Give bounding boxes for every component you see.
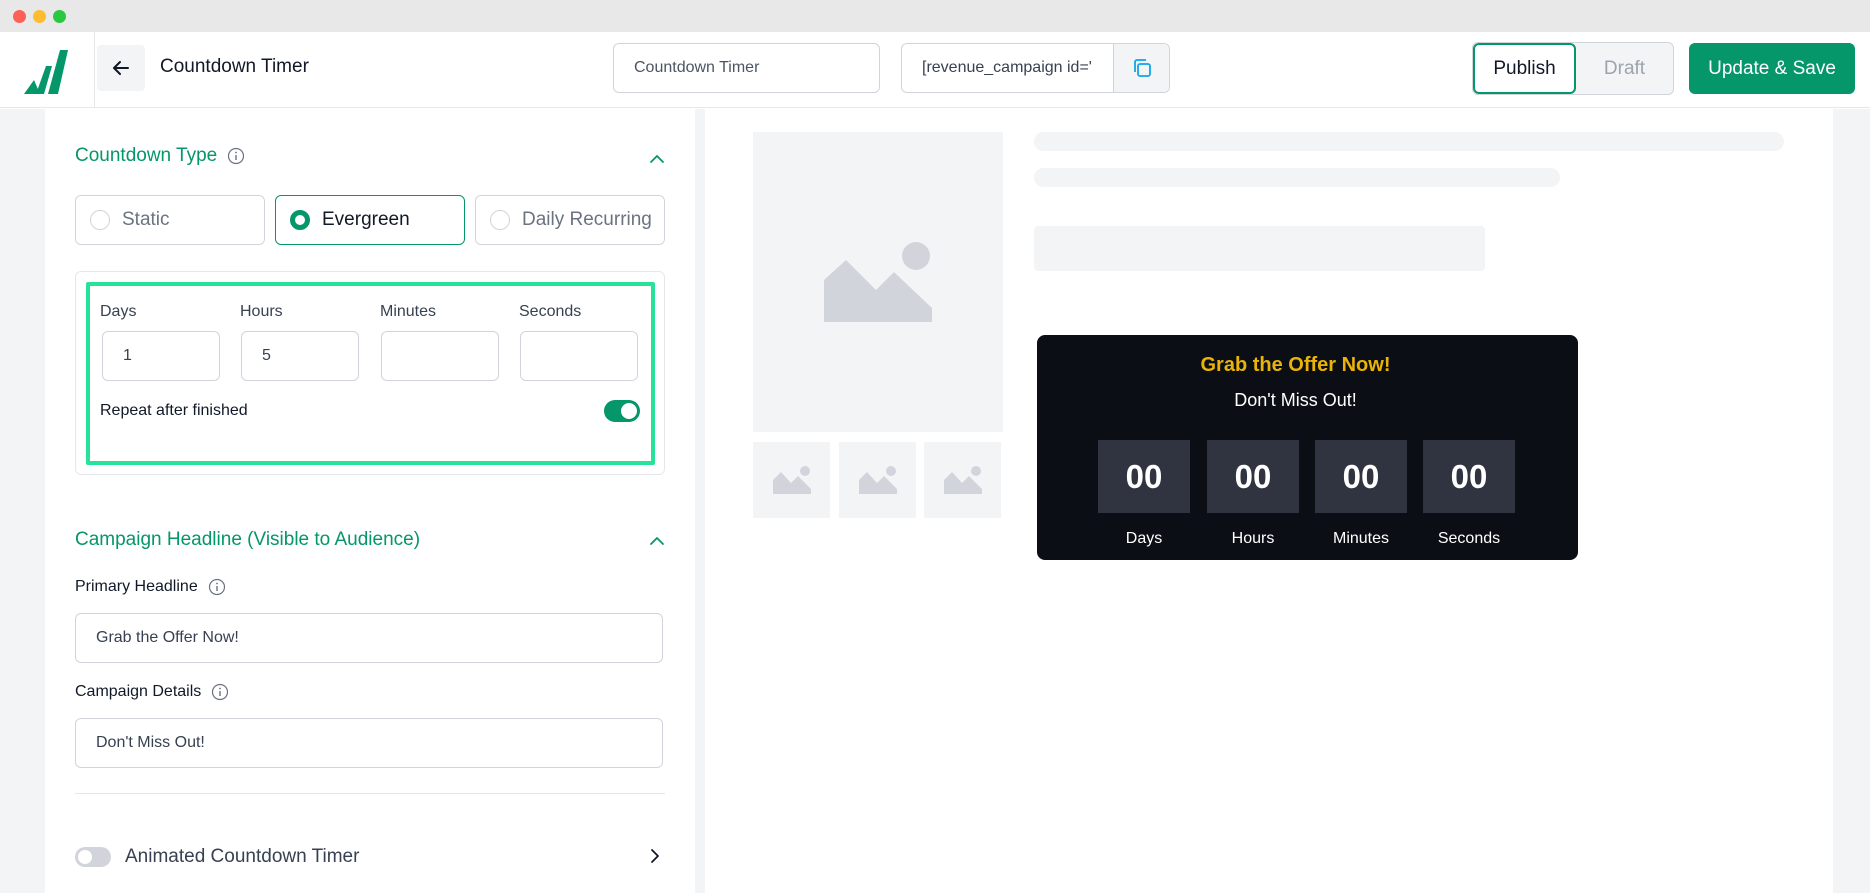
skeleton-line xyxy=(1034,132,1784,151)
primary-headline-input[interactable] xyxy=(75,613,663,663)
animated-timer-toggle[interactable] xyxy=(75,847,111,867)
workspace: Countdown Type Static Evergreen Daily Re… xyxy=(0,109,1870,893)
preview-days-label: Days xyxy=(1125,530,1163,547)
seconds-input[interactable] xyxy=(520,331,638,381)
campaign-name-input[interactable] xyxy=(613,43,880,93)
countdown-type-daily-recurring[interactable]: Daily Recurring xyxy=(475,195,665,245)
shortcode-text[interactable]: [revenue_campaign id=' xyxy=(902,44,1113,92)
arrow-left-icon xyxy=(113,61,129,75)
primary-headline-label-row: Primary Headline xyxy=(75,578,226,596)
minutes-label: Minutes xyxy=(380,303,437,320)
copy-icon xyxy=(1133,59,1151,77)
thumbnail-1[interactable] xyxy=(753,442,830,518)
logo-icon xyxy=(24,50,68,94)
chevron-up-icon[interactable] xyxy=(649,533,665,549)
seconds-label: Seconds xyxy=(519,303,582,320)
preview-seconds-label: Seconds xyxy=(1437,530,1501,547)
preview-minutes-label: Minutes xyxy=(1332,530,1390,547)
countdown-type-evergreen[interactable]: Evergreen xyxy=(275,195,465,245)
section-divider xyxy=(75,793,665,794)
hours-label: Hours xyxy=(240,303,283,320)
preview-details: Don't Miss Out! xyxy=(1234,390,1357,410)
shortcode-field[interactable]: [revenue_campaign id=' xyxy=(901,43,1170,93)
animated-timer-label: Animated Countdown Timer xyxy=(125,846,360,867)
preview-minutes-value: 00 xyxy=(1315,440,1407,513)
preview-hours-value: 00 xyxy=(1207,440,1299,513)
campaign-details-input[interactable] xyxy=(75,718,663,768)
settings-panel: Countdown Type Static Evergreen Daily Re… xyxy=(45,109,695,893)
draft-button[interactable]: Draft xyxy=(1576,43,1673,94)
preview-hours-label: Hours xyxy=(1231,530,1275,547)
window-titlebar xyxy=(0,0,1870,32)
preview-panel: Grab the Offer Now! Don't Miss Out! 00 0… xyxy=(705,109,1833,893)
repeat-label: Repeat after finished xyxy=(100,402,248,419)
copy-shortcode-button[interactable] xyxy=(1113,44,1169,92)
days-label: Days xyxy=(100,303,137,320)
minutes-input[interactable] xyxy=(381,331,499,381)
minimize-window-button[interactable] xyxy=(33,10,46,23)
close-window-button[interactable] xyxy=(13,10,26,23)
preview-headline: Grab the Offer Now! xyxy=(1200,354,1391,376)
info-icon xyxy=(212,683,229,701)
countdown-type-header[interactable]: Countdown Type xyxy=(75,145,245,167)
image-placeholder-icon xyxy=(824,242,932,322)
radio-static[interactable] xyxy=(90,210,110,230)
app-logo xyxy=(0,32,95,108)
campaign-details-label-row: Campaign Details xyxy=(75,683,229,701)
image-placeholder-icon xyxy=(858,466,897,494)
countdown-timer-preview: Grab the Offer Now! Don't Miss Out! 00 0… xyxy=(1037,335,1578,560)
campaign-headline-title: Campaign Headline (Visible to Audience) xyxy=(75,529,421,550)
back-button[interactable] xyxy=(97,45,145,91)
hours-input[interactable] xyxy=(241,331,359,381)
image-placeholder-icon xyxy=(772,466,811,494)
product-image-placeholder xyxy=(753,132,1003,432)
radio-static-label: Static xyxy=(122,209,170,230)
image-placeholder-icon xyxy=(943,466,982,494)
days-input[interactable] xyxy=(102,331,220,381)
status-toggle: Publish Draft xyxy=(1472,42,1674,95)
preview-seconds-value: 00 xyxy=(1423,440,1515,513)
thumbnail-3[interactable] xyxy=(924,442,1001,518)
skeleton-line xyxy=(1034,168,1560,187)
info-icon xyxy=(228,147,245,165)
update-save-button[interactable]: Update & Save xyxy=(1689,43,1855,94)
radio-daily-recurring-label: Daily Recurring xyxy=(522,209,652,230)
chevron-right-icon[interactable] xyxy=(647,848,663,864)
radio-evergreen[interactable] xyxy=(290,210,310,230)
top-header: Countdown Timer [revenue_campaign id=' P… xyxy=(0,32,1870,108)
chevron-up-icon[interactable] xyxy=(649,151,665,167)
countdown-type-title: Countdown Type xyxy=(75,145,218,166)
countdown-type-static[interactable]: Static xyxy=(75,195,265,245)
publish-button[interactable]: Publish xyxy=(1473,43,1576,94)
thumbnail-2[interactable] xyxy=(839,442,916,518)
page-title: Countdown Timer xyxy=(160,56,309,77)
preview-days-value: 00 xyxy=(1098,440,1190,513)
campaign-headline-header[interactable]: Campaign Headline (Visible to Audience) xyxy=(75,529,420,551)
radio-daily-recurring[interactable] xyxy=(490,210,510,230)
campaign-details-label: Campaign Details xyxy=(75,683,202,700)
info-icon xyxy=(208,578,225,596)
skeleton-block xyxy=(1034,226,1485,271)
radio-evergreen-label: Evergreen xyxy=(322,209,410,230)
maximize-window-button[interactable] xyxy=(53,10,66,23)
primary-headline-label: Primary Headline xyxy=(75,578,198,595)
repeat-toggle[interactable] xyxy=(604,400,640,422)
